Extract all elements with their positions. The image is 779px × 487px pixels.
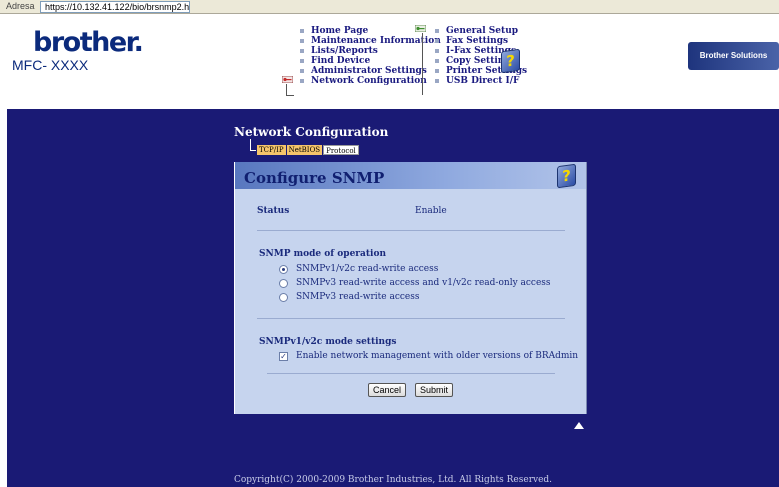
bullet-icon bbox=[300, 79, 304, 83]
solutions-center-button[interactable]: Brother Solutions Center bbox=[688, 42, 779, 88]
bradmin-compat-option[interactable]: ✓ Enable network management with older v… bbox=[279, 351, 578, 361]
panel-header: Configure SNMP ? bbox=[235, 162, 586, 189]
copyright: Copyright(C) 2000-2009 Brother Industrie… bbox=[233, 475, 553, 485]
menu-item-network-configuration[interactable]: Network Configuration bbox=[300, 76, 441, 86]
bullet-icon bbox=[300, 59, 304, 63]
bullet-icon bbox=[435, 29, 439, 33]
submit-button[interactable]: Submit bbox=[415, 383, 453, 397]
tree-connector bbox=[286, 84, 294, 96]
radio-button[interactable] bbox=[279, 264, 288, 274]
menu-item-usb-direct[interactable]: USB Direct I/F bbox=[435, 76, 527, 86]
tree-connector bbox=[422, 33, 423, 95]
bullet-icon bbox=[300, 49, 304, 53]
mode-option-v3[interactable]: SNMPv3 read-write access bbox=[279, 292, 419, 302]
main-menu-left: Home Page Maintenance Information Lists/… bbox=[300, 26, 441, 86]
tab-netbios[interactable]: NetBIOS bbox=[286, 145, 323, 155]
divider bbox=[257, 318, 565, 319]
model-name: MFC- XXXX bbox=[12, 57, 89, 73]
section-title: Network Configuration bbox=[234, 125, 389, 139]
panel-title: Configure SNMP bbox=[244, 169, 385, 187]
menu-item-administrator-settings[interactable]: Administrator Settings bbox=[300, 66, 441, 76]
bullet-icon bbox=[300, 69, 304, 73]
bullet-icon bbox=[435, 49, 439, 53]
address-label: Adresa bbox=[6, 1, 35, 11]
main-content: Network Configuration TCP/IP NetBIOS Pro… bbox=[7, 109, 779, 487]
url-field[interactable]: https://10.132.41.122/bio/brsnmp2.html bbox=[40, 1, 190, 13]
up-arrow-icon[interactable] bbox=[574, 422, 584, 429]
key-icon bbox=[282, 76, 293, 83]
status-value: Enable bbox=[415, 206, 447, 216]
radio-button[interactable] bbox=[279, 292, 288, 302]
menu-item-general-setup[interactable]: General Setup bbox=[435, 26, 527, 36]
bullet-icon bbox=[300, 39, 304, 43]
divider bbox=[257, 230, 565, 231]
v1v2c-settings-heading: SNMPv1/v2c mode settings bbox=[259, 337, 397, 347]
mode-option-v3-and-v1v2c-readonly[interactable]: SNMPv3 read-write access and v1/v2c read… bbox=[279, 278, 551, 288]
brother-logo: brother. bbox=[33, 27, 144, 58]
radio-button[interactable] bbox=[279, 278, 288, 288]
bullet-icon bbox=[435, 79, 439, 83]
help-icon[interactable]: ? bbox=[557, 163, 576, 189]
tree-connector bbox=[250, 139, 256, 151]
menu-item-find-device[interactable]: Find Device bbox=[300, 56, 441, 66]
menu-item-maintenance-information[interactable]: Maintenance Information bbox=[300, 36, 441, 46]
configure-snmp-panel: Configure SNMP ? Status Enable SNMP mode… bbox=[234, 162, 587, 414]
checkbox[interactable]: ✓ bbox=[279, 351, 288, 361]
key-icon bbox=[415, 25, 426, 32]
status-label: Status bbox=[257, 206, 290, 216]
bullet-icon bbox=[435, 59, 439, 63]
help-icon[interactable]: ? bbox=[501, 48, 520, 74]
tab-tcpip[interactable]: TCP/IP bbox=[257, 145, 286, 155]
mode-option-v1v2c[interactable]: SNMPv1/v2c read-write access bbox=[279, 264, 438, 274]
divider bbox=[267, 373, 555, 374]
bullet-icon bbox=[300, 29, 304, 33]
page-header: brother. MFC- XXXX Home Page Maintenance… bbox=[7, 21, 779, 109]
tab-bar: TCP/IP NetBIOS Protocol bbox=[257, 145, 360, 155]
address-bar: Adresa https://10.132.41.122/bio/brsnmp2… bbox=[0, 0, 779, 14]
bullet-icon bbox=[435, 69, 439, 73]
bullet-icon bbox=[435, 39, 439, 43]
menu-item-fax-settings[interactable]: Fax Settings bbox=[435, 36, 527, 46]
snmp-mode-heading: SNMP mode of operation bbox=[259, 249, 386, 259]
cancel-button[interactable]: Cancel bbox=[368, 383, 406, 397]
menu-item-lists-reports[interactable]: Lists/Reports bbox=[300, 46, 441, 56]
tab-protocol[interactable]: Protocol bbox=[323, 145, 359, 155]
